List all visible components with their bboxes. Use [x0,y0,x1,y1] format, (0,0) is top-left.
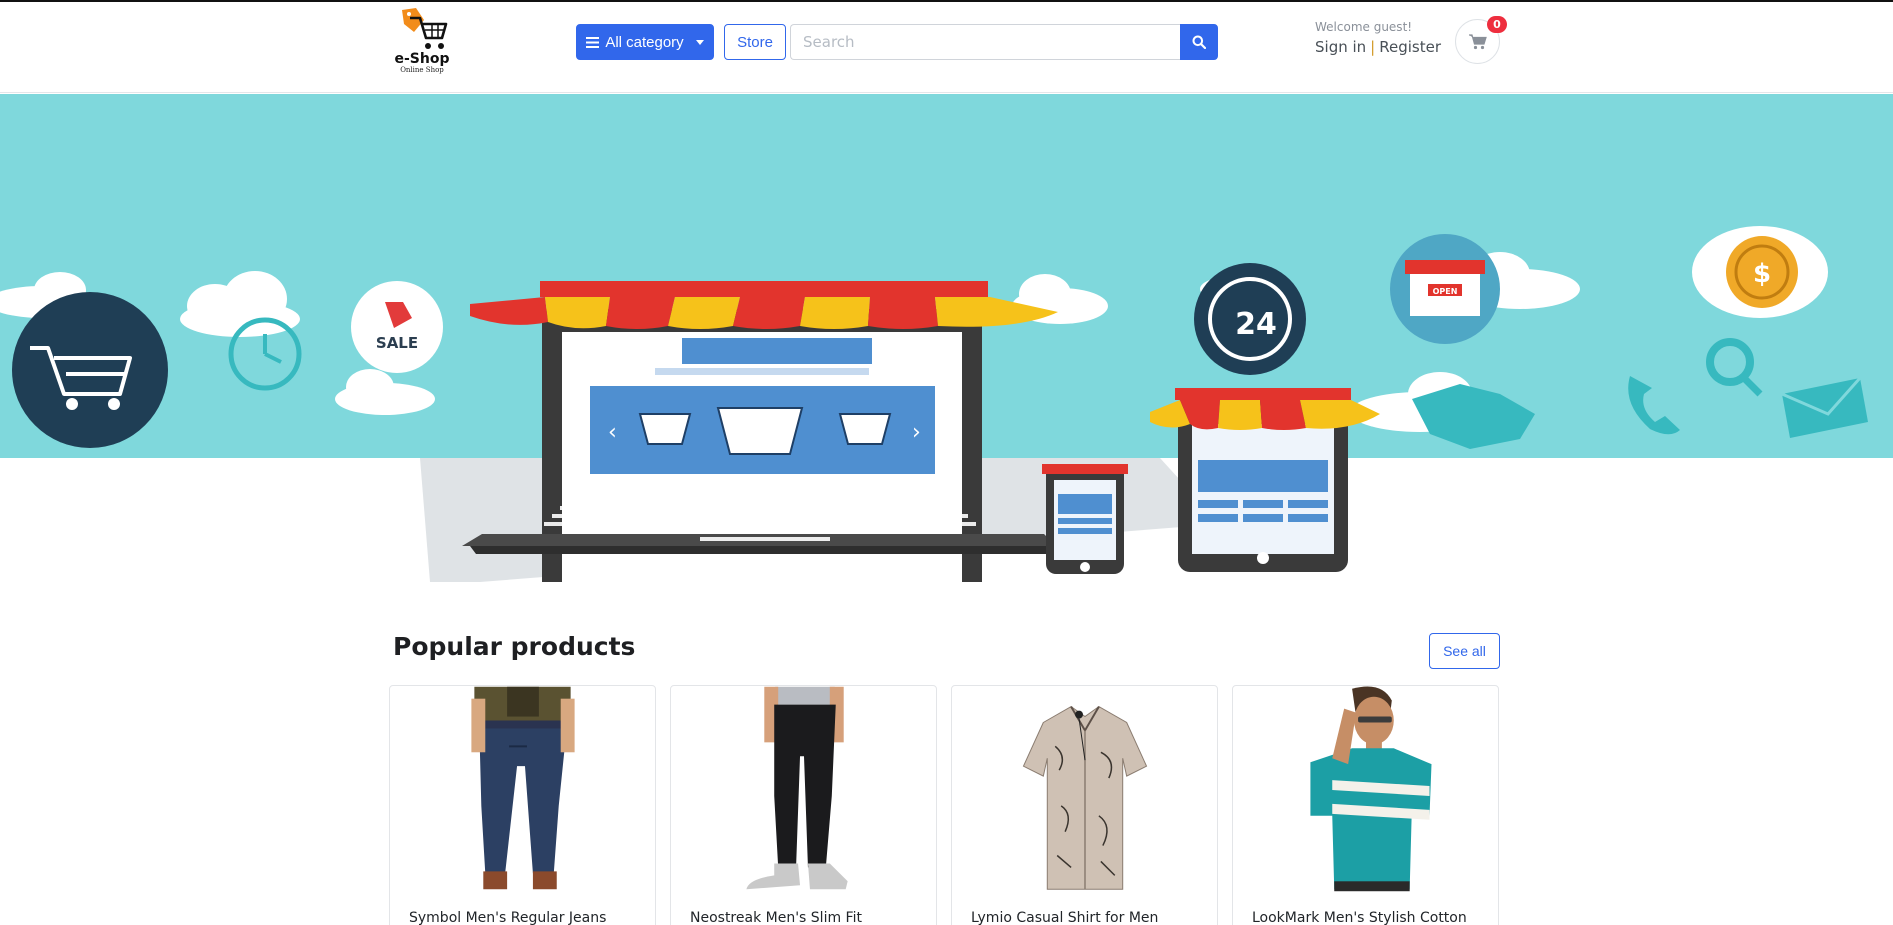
sign-in-link[interactable]: Sign in [1315,38,1366,56]
register-link[interactable]: Register [1379,38,1441,56]
menu-bars-icon [586,36,600,48]
product-title[interactable]: LookMark Men's Stylish Cotton [1252,910,1467,925]
see-all-button[interactable]: See all [1429,633,1500,669]
product-image-casual-shirt[interactable] [952,686,1217,892]
welcome-text: Welcome guest! [1315,20,1413,34]
product-title[interactable]: Lymio Casual Shirt for Men [971,910,1158,925]
open-sign-label: OPEN [1433,287,1458,296]
shopping-tag-cart-icon [402,8,448,49]
product-title[interactable]: Neostreak Men's Slim Fit [690,910,862,925]
logo[interactable]: e-Shop Online Shop [388,6,456,82]
auth-separator: | [1370,38,1376,56]
popular-products-title: Popular products [393,632,636,661]
hero-banner: SALE ‹ › 24 OPEN $ [0,94,1893,582]
cart-count-badge: 0 [1487,16,1507,33]
svg-text:$: $ [1753,259,1771,289]
logo-tagline: Online Shop [400,66,444,74]
product-card[interactable]: Lymio Casual Shirt for Men [951,685,1218,925]
store-button[interactable]: Store [724,24,786,60]
auth-links: Sign in | Register [1315,38,1441,56]
svg-text:›: › [912,420,921,445]
all-category-label: All category [605,33,684,51]
product-image-cotton-tshirt[interactable] [1233,686,1498,892]
product-title[interactable]: Symbol Men's Regular Jeans [409,910,606,925]
all-category-button[interactable]: All category [576,24,714,60]
sale-label: SALE [376,334,418,352]
product-image-black-jeans[interactable] [671,686,936,892]
search-input[interactable] [790,24,1180,60]
product-card[interactable]: Symbol Men's Regular Jeans [389,685,656,925]
svg-text:‹: ‹ [608,420,617,445]
site-header: e-Shop Online Shop All category Store We… [0,2,1893,93]
product-card[interactable]: Neostreak Men's Slim Fit [670,685,937,925]
shopping-cart-icon [1468,33,1487,49]
24-hours-label: 24 [1235,307,1277,342]
hero-banner-illustration: SALE ‹ › 24 OPEN $ [0,94,1893,582]
search-icon [1192,35,1206,49]
search-button[interactable] [1180,24,1218,60]
product-image-jeans[interactable] [390,686,655,892]
logo-name: e-Shop [394,51,450,67]
product-card[interactable]: LookMark Men's Stylish Cotton [1232,685,1499,925]
caret-down-icon [695,39,704,45]
